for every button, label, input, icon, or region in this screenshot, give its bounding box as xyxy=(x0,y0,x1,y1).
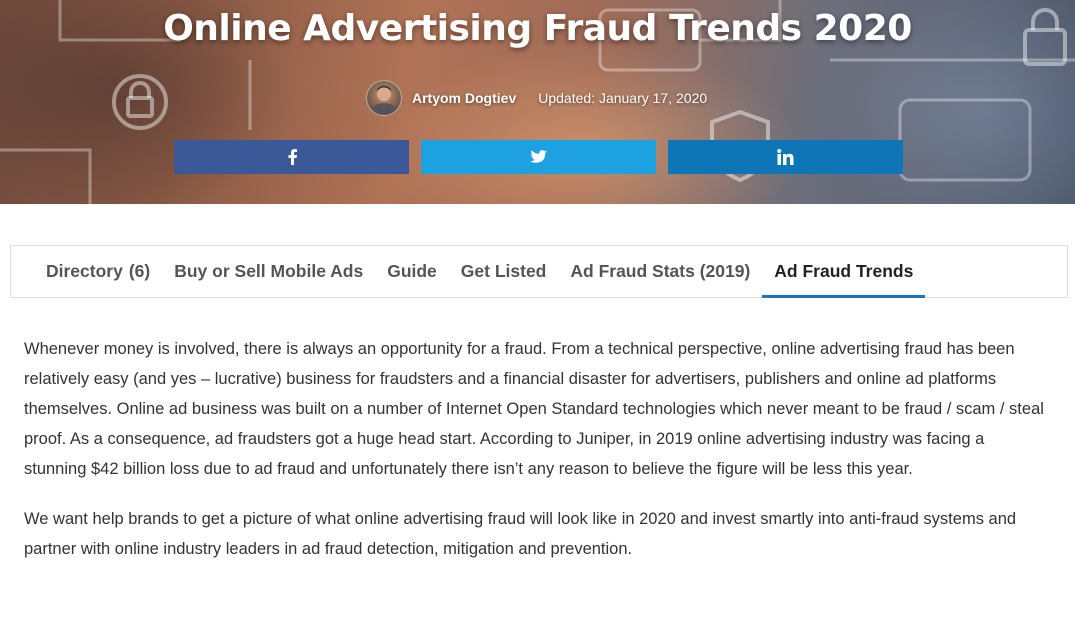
tab-label: Ad Fraud Trends xyxy=(774,261,914,281)
tab-ad-fraud-stats[interactable]: Ad Fraud Stats (2019) xyxy=(558,246,762,297)
share-buttons xyxy=(174,140,903,174)
updated-date: Updated: January 17, 2020 xyxy=(538,90,708,106)
tab-list: Directory (6) Buy or Sell Mobile Ads Guid… xyxy=(11,246,1067,298)
facebook-share-button[interactable] xyxy=(174,140,409,174)
article-paragraph: Whenever money is involved, there is alw… xyxy=(24,340,1044,478)
page-title: Online Advertising Fraud Trends 2020 xyxy=(163,8,912,49)
tab-label: Get Listed xyxy=(460,261,547,281)
tab-count: (6) xyxy=(128,261,151,281)
linkedin-share-button[interactable] xyxy=(668,140,903,174)
tab-label: Directory xyxy=(46,261,123,281)
tab-label: Guide xyxy=(387,261,437,281)
tab-directory[interactable]: Directory (6) xyxy=(34,246,162,297)
tab-label: Ad Fraud Stats (2019) xyxy=(570,261,751,281)
tab-get-listed[interactable]: Get Listed xyxy=(449,246,559,297)
author-name[interactable]: Artyom Dogtiev xyxy=(412,90,516,106)
byline: Artyom Dogtiev Updated: January 17, 2020 xyxy=(366,80,707,116)
twitter-icon xyxy=(530,150,547,163)
tab-buy-or-sell-mobile-ads[interactable]: Buy or Sell Mobile Ads xyxy=(162,246,375,297)
avatar-portrait xyxy=(371,85,397,115)
tab-guide[interactable]: Guide xyxy=(375,246,449,297)
facebook-icon xyxy=(288,149,297,165)
article-paragraph: We want help brands to get a picture of … xyxy=(24,510,1017,558)
tab-label: Buy or Sell Mobile Ads xyxy=(174,261,364,281)
author-avatar[interactable] xyxy=(366,80,402,116)
section-tabs: Directory (6) Buy or Sell Mobile Ads Guid… xyxy=(10,245,1068,298)
twitter-share-button[interactable] xyxy=(421,140,656,174)
article-body: Whenever money is involved, there is alw… xyxy=(24,334,1044,584)
lock-icon xyxy=(112,74,168,130)
hero-banner: Online Advertising Fraud Trends 2020 Art… xyxy=(0,0,1075,204)
linkedin-icon xyxy=(777,149,794,165)
tab-ad-fraud-trends[interactable]: Ad Fraud Trends xyxy=(762,246,926,298)
